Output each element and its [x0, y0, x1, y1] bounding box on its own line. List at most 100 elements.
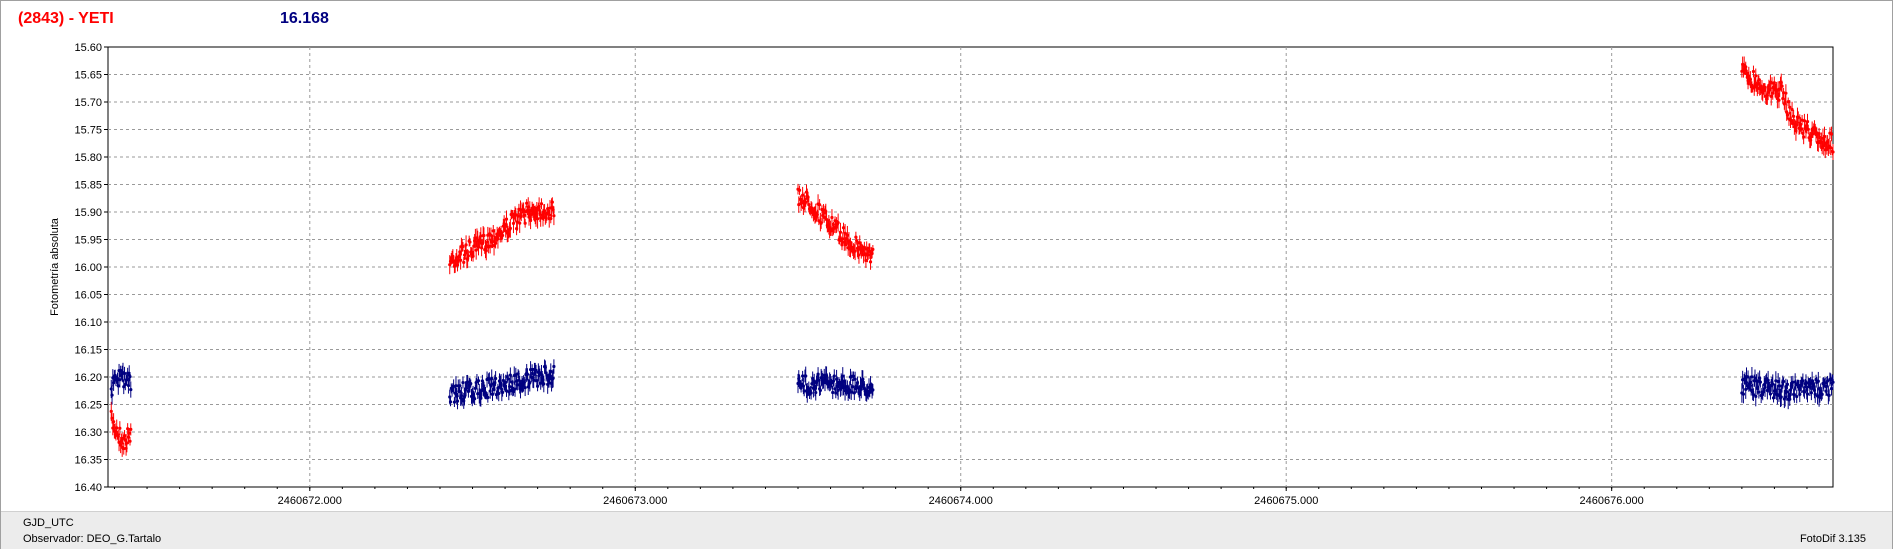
data-point [468, 240, 472, 244]
y-tick-label: 16.05 [74, 290, 102, 302]
data-point [1788, 397, 1792, 401]
data-point [500, 233, 505, 238]
data-point [871, 247, 875, 251]
data-point [535, 217, 540, 221]
data-point [1780, 84, 1784, 88]
y-tick-label: 16.10 [74, 317, 102, 329]
data-point [1758, 380, 1763, 384]
data-point [486, 395, 490, 400]
data-point [549, 217, 553, 221]
data-point [1795, 394, 1799, 399]
data-point [461, 244, 465, 249]
data-point [111, 420, 116, 424]
data-point [1784, 91, 1788, 95]
data-point [128, 375, 132, 379]
data-point [525, 372, 530, 376]
data-point [797, 188, 802, 192]
data-point [1741, 392, 1746, 396]
data-point [461, 380, 465, 385]
y-tick-label: 15.60 [74, 42, 102, 54]
data-point [1792, 114, 1796, 118]
data-point [552, 364, 556, 369]
data-point [868, 260, 873, 264]
software-version: FotoDif 3.135 [1799, 533, 1866, 545]
y-tick-label: 15.80 [74, 152, 102, 164]
data-point [838, 230, 843, 234]
data-point [459, 258, 463, 262]
y-tick-label: 16.25 [74, 400, 102, 412]
data-point [814, 390, 818, 395]
data-point [551, 376, 555, 380]
data-point [1768, 392, 1773, 396]
data-point [809, 391, 813, 395]
data-point [818, 388, 822, 392]
data-point [523, 386, 527, 390]
data-point [482, 233, 486, 238]
data-point [473, 397, 477, 401]
data-point [523, 221, 527, 225]
data-point [455, 399, 460, 403]
y-tick-label: 16.35 [74, 455, 102, 467]
data-point [871, 388, 875, 392]
data-point [1754, 74, 1758, 78]
data-point [1809, 391, 1813, 395]
y-tick-label: 16.30 [74, 427, 102, 439]
data-point [118, 426, 122, 430]
data-point [830, 215, 834, 220]
data-point [817, 378, 821, 382]
data-point [469, 381, 473, 386]
data-point [1831, 150, 1835, 154]
x-axis-ticks: 2460672.000 2460673.000 2460674.000 2460675… [114, 487, 1808, 507]
data-point [1766, 378, 1770, 382]
data-point [1785, 382, 1790, 386]
data-point [115, 426, 119, 430]
y-tick-label: 15.85 [74, 180, 102, 192]
data-point [504, 217, 509, 221]
y-tick-label: 15.65 [74, 70, 102, 82]
data-point [836, 220, 840, 225]
data-point [1820, 392, 1824, 396]
data-point [1805, 120, 1810, 124]
data-point [129, 427, 133, 432]
y-axis-ticks: 15.60 15.65 15.70 15.75 15.80 15.85 15.90 15.95… [74, 42, 108, 494]
data-point [518, 221, 522, 225]
data-point [464, 243, 468, 247]
x-tick-label: 2460675.000 [1254, 495, 1318, 507]
y-tick-label: 16.15 [74, 345, 102, 357]
data-point [542, 382, 546, 386]
data-point [448, 400, 453, 404]
data-point [1831, 380, 1835, 384]
data-point [1754, 394, 1758, 398]
y-axis-label: Fotometría absoluta [49, 217, 61, 316]
data-point [1781, 379, 1786, 384]
data-point [1788, 105, 1792, 109]
data-point [818, 203, 822, 207]
data-point [462, 260, 466, 264]
y-tick-label: 15.75 [74, 125, 102, 137]
data-point [508, 226, 512, 230]
data-point [476, 379, 481, 383]
data-point [539, 202, 544, 206]
data-point [1817, 131, 1821, 136]
data-point [1757, 390, 1761, 394]
data-point [1816, 379, 1820, 383]
x-tick-label: 2460672.000 [278, 495, 342, 507]
data-point [1777, 98, 1781, 102]
data-point [128, 439, 132, 443]
data-point [832, 374, 836, 378]
data-point [853, 377, 857, 381]
data-point [110, 393, 114, 397]
data-point [550, 200, 554, 204]
data-point [129, 387, 133, 392]
data-point [1805, 392, 1810, 396]
observer-label: Observador: DEO_G.Tartalo [23, 533, 162, 545]
data-point [1802, 135, 1806, 139]
y-tick-label: 16.40 [74, 482, 102, 494]
data-point [1801, 379, 1805, 383]
y-tick-label: 16.20 [74, 372, 102, 384]
data-point [466, 254, 470, 258]
data-point [1829, 132, 1834, 136]
y-tick-label: 15.70 [74, 97, 102, 109]
x-tick-label: 2460674.000 [929, 495, 993, 507]
data-point [109, 409, 113, 413]
